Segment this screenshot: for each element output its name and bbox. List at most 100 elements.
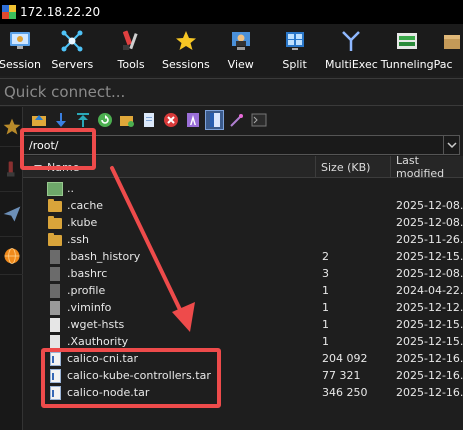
file-size: 1: [322, 335, 329, 348]
file-modified: 2024-04-22...: [396, 284, 463, 297]
file-name: .kube: [67, 216, 98, 229]
file-name: .wget-hsts: [67, 318, 125, 331]
sidebar-tab-sessions[interactable]: [0, 107, 23, 147]
file-row[interactable]: .bash_history 2 2025-12-15...: [23, 248, 463, 265]
file-row[interactable]: .kube 2025-12-08...: [23, 214, 463, 231]
title-bar: 172.18.22.20: [0, 0, 463, 24]
folder-up-icon: [31, 115, 46, 126]
file-modified: 2025-12-08...: [396, 199, 463, 212]
file-list: .. .cache 2025-12-08... .kube 2025-12-08…: [23, 180, 463, 401]
path-field[interactable]: /root/: [23, 135, 460, 155]
toolbar-multiexec-button[interactable]: MultiExec: [322, 24, 381, 76]
file-modified: 2025-12-15...: [396, 250, 463, 263]
file-name: calico-node.tar: [67, 386, 150, 399]
folder-icon: [47, 215, 63, 230]
column-header-modified[interactable]: Last modified: [391, 154, 463, 180]
file-row[interactable]: calico-node.tar 346 250 2025-12-16...: [23, 384, 463, 401]
toolbar-packages-button[interactable]: Pac: [434, 24, 463, 76]
file-row[interactable]: calico-cni.tar 204 092 2025-12-16...: [23, 350, 463, 367]
new-folder-icon: [119, 116, 134, 127]
column-header-name-label: Name: [47, 160, 80, 174]
toolbar-session-button[interactable]: Session: [0, 24, 41, 76]
file-size: 204 092: [322, 352, 368, 365]
file-row[interactable]: .cache 2025-12-08...: [23, 197, 463, 214]
upload-icon: [76, 113, 89, 127]
folder-icon: [47, 232, 63, 247]
multiexec-icon: [342, 31, 361, 51]
file-modified: 2025-12-16...: [396, 369, 463, 382]
file-row[interactable]: ..: [23, 180, 463, 197]
sftp-terminal-button[interactable]: [249, 110, 268, 130]
sidebar-tab-macros[interactable]: [0, 192, 23, 237]
file-icon: [47, 317, 63, 332]
star-icon: [3, 118, 20, 134]
magic-wand-icon: [229, 114, 243, 127]
toolbar-split-button[interactable]: Split: [267, 24, 322, 76]
properties-icon: [209, 113, 220, 127]
file-row[interactable]: .Xauthority 1 2025-12-15...: [23, 333, 463, 350]
toolbar-tools-button[interactable]: Tools: [105, 24, 158, 76]
globe-icon: [4, 247, 19, 264]
file-name: .cache: [67, 199, 104, 212]
rename-icon: [186, 113, 199, 127]
packages-icon: [443, 35, 460, 49]
toolbar-servers-button[interactable]: Servers: [40, 24, 105, 76]
session-icon: [10, 32, 30, 49]
file-size: 3: [322, 267, 329, 280]
file-size: 2: [322, 250, 329, 263]
sftp-delete-button[interactable]: [161, 110, 180, 130]
file-icon: [47, 300, 63, 315]
new-file-icon: [143, 113, 154, 127]
sftp-up-folder-button[interactable]: [29, 110, 48, 130]
file-icon: [47, 249, 63, 264]
toolbar-sessions-button[interactable]: Sessions: [158, 24, 215, 76]
file-size: 1: [322, 318, 329, 331]
file-row[interactable]: .ssh 2025-11-26...: [23, 231, 463, 248]
file-modified: 2025-12-15...: [396, 318, 463, 331]
quick-connect-input[interactable]: Quick connect...: [0, 78, 463, 106]
column-header-modified-label: Last modified: [396, 154, 445, 180]
file-size: 1: [322, 284, 329, 297]
file-modified: 2025-12-16...: [396, 352, 463, 365]
file-name: .bash_history: [67, 250, 141, 263]
file-row[interactable]: .profile 1 2024-04-22...: [23, 282, 463, 299]
toolbar-view-button[interactable]: View: [214, 24, 267, 76]
sftp-rename-button[interactable]: [183, 110, 202, 130]
toolbar-label: View: [227, 58, 254, 71]
sftp-toolbar: [23, 107, 463, 133]
toolbar-label: Pac: [433, 58, 453, 71]
terminal-icon: [251, 113, 266, 127]
tunneling-icon: [397, 33, 418, 49]
toolbar-label: MultiExec: [324, 58, 378, 71]
file-modified: 2025-11-26...: [396, 233, 463, 246]
sidebar-tabs: [0, 107, 23, 430]
sftp-new-file-button[interactable]: [139, 110, 158, 130]
column-header-name[interactable]: Name: [23, 156, 316, 178]
sftp-refresh-button[interactable]: [95, 110, 114, 130]
parent-folder-icon: [47, 181, 63, 196]
file-icon: [47, 334, 63, 349]
sftp-new-folder-button[interactable]: [117, 110, 136, 130]
tar-file-icon: [47, 385, 63, 400]
tools-icon: [6, 161, 14, 177]
file-row[interactable]: .wget-hsts 1 2025-12-15...: [23, 316, 463, 333]
file-row[interactable]: .viminfo 1 2025-12-12...: [23, 299, 463, 316]
tools-icon: [123, 30, 138, 50]
toolbar-label: Split: [282, 58, 307, 71]
refresh-icon: [97, 113, 112, 127]
path-dropdown-button[interactable]: [443, 136, 459, 154]
sidebar-tab-sftp[interactable]: [0, 237, 23, 275]
toolbar-tunneling-button[interactable]: Tunneling: [381, 24, 434, 76]
file-row[interactable]: .bashrc 3 2025-12-08...: [23, 265, 463, 282]
file-name: .viminfo: [67, 301, 112, 314]
sftp-permissions-button[interactable]: [227, 110, 246, 130]
sftp-properties-button[interactable]: [205, 110, 224, 130]
file-name: .bashrc: [67, 267, 108, 280]
sftp-download-button[interactable]: [51, 110, 70, 130]
file-modified: 2025-12-08...: [396, 267, 463, 280]
file-row[interactable]: calico-kube-controllers.tar 77 321 2025-…: [23, 367, 463, 384]
sidebar-tab-tools[interactable]: [0, 147, 23, 192]
column-header-size[interactable]: Size (KB): [316, 156, 391, 178]
sftp-upload-button[interactable]: [73, 110, 92, 130]
file-name: ..: [67, 182, 74, 195]
